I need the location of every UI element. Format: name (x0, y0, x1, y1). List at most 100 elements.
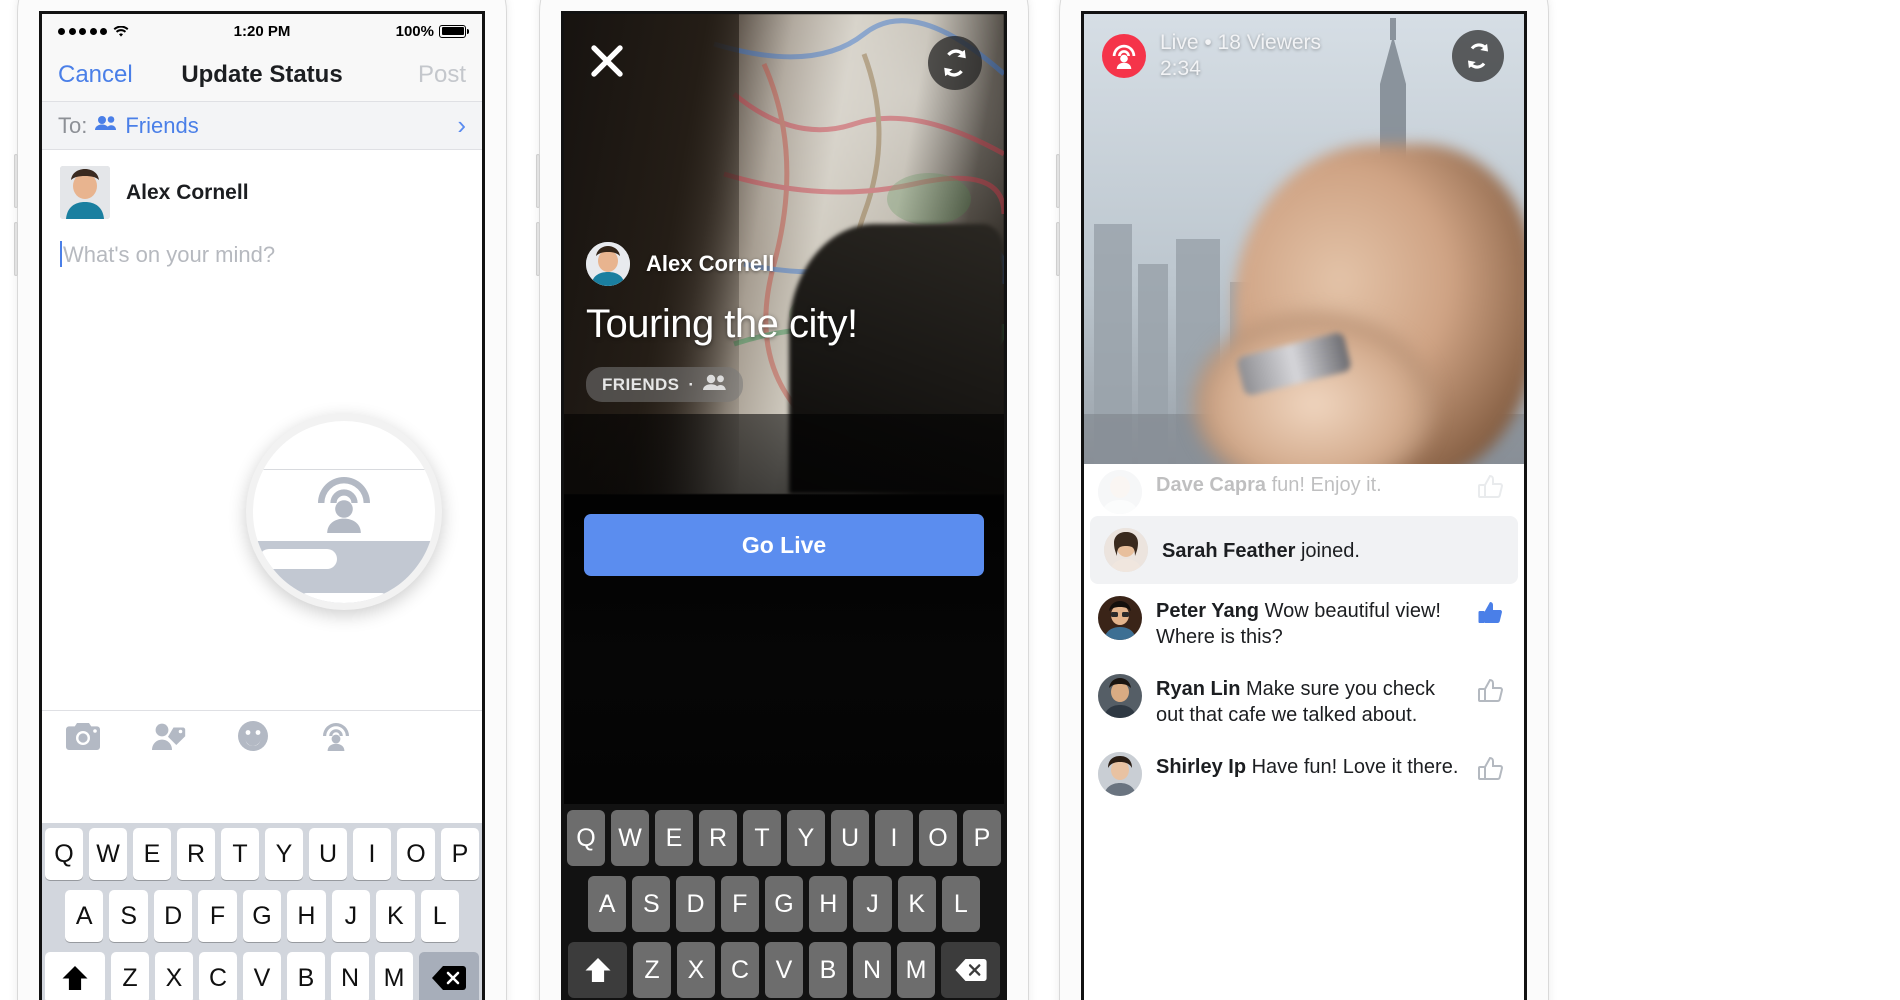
key-l[interactable]: L (941, 876, 980, 932)
thumbs-up-outline-icon[interactable] (1476, 674, 1510, 711)
tag-person-icon[interactable] (152, 723, 186, 755)
thumbs-up-outline-icon[interactable] (1476, 752, 1510, 789)
onscreen-keyboard[interactable]: Q W E R T Y U I O P A S D F G H J K L Z … (42, 823, 482, 1000)
comment-item: Shirley Ip Have fun! Love it there. (1084, 740, 1524, 808)
key-m[interactable]: M (897, 942, 935, 998)
key-m[interactable]: M (375, 952, 413, 1000)
thumbs-up-outline-icon[interactable] (1476, 470, 1510, 507)
onscreen-keyboard[interactable]: Q W E R T Y U I O P A S D F G H J K L Z … (564, 804, 1004, 1000)
post-button[interactable]: Post (418, 61, 466, 89)
volume-up-button[interactable] (14, 154, 18, 208)
key-v[interactable]: V (765, 942, 803, 998)
key-i[interactable]: I (875, 810, 913, 866)
key-o[interactable]: O (919, 810, 957, 866)
live-video-feed (1084, 14, 1524, 464)
key-w[interactable]: W (611, 810, 649, 866)
key-e[interactable]: E (133, 828, 171, 880)
key-k[interactable]: K (376, 890, 415, 942)
key-d[interactable]: D (676, 876, 715, 932)
volume-down-button[interactable] (1056, 222, 1060, 276)
screenshot-canvas: 1:20 PM 100% Cancel Update Status Post T… (0, 0, 1900, 1000)
key-c[interactable]: C (199, 952, 237, 1000)
key-p[interactable]: P (963, 810, 1001, 866)
key-y[interactable]: Y (265, 828, 303, 880)
go-live-button[interactable]: Go Live (584, 514, 984, 576)
key-x[interactable]: X (677, 942, 715, 998)
key-t[interactable]: T (221, 828, 259, 880)
keyboard-row-3: Z X C V B N M (568, 942, 1000, 998)
key-b[interactable]: B (809, 942, 847, 998)
smiley-icon[interactable] (238, 721, 268, 756)
key-b[interactable]: B (287, 952, 325, 1000)
key-x[interactable]: X (155, 952, 193, 1000)
volume-up-button[interactable] (536, 154, 540, 208)
key-r[interactable]: R (699, 810, 737, 866)
key-d[interactable]: D (153, 890, 193, 942)
chevron-right-icon[interactable]: › (457, 110, 466, 141)
key-a[interactable]: A (65, 890, 104, 942)
key-o[interactable]: O (397, 828, 435, 880)
comment-like-spacer (1470, 549, 1504, 551)
live-status-text: Live • 18 Viewers 2:34 (1160, 30, 1321, 81)
volume-down-button[interactable] (536, 222, 540, 276)
key-g[interactable]: G (764, 876, 804, 932)
key-w[interactable]: W (89, 828, 127, 880)
broadcast-title[interactable]: Touring the city! (586, 302, 982, 347)
key-t[interactable]: T (743, 810, 781, 866)
flip-camera-icon[interactable] (928, 36, 982, 90)
phone3-screen: Live • 18 Viewers 2:34 Dave Capra fun! E… (1084, 14, 1524, 1000)
key-f[interactable]: F (198, 890, 237, 942)
close-x-icon[interactable] (590, 44, 624, 78)
key-c[interactable]: C (721, 942, 759, 998)
key-s[interactable]: S (632, 876, 671, 932)
key-n[interactable]: N (331, 952, 369, 1000)
key-n[interactable]: N (853, 942, 891, 998)
key-e[interactable]: E (655, 810, 693, 866)
text-caret (60, 241, 62, 267)
key-i[interactable]: I (353, 828, 391, 880)
keyboard-row-3: Z X C V B N M (45, 952, 479, 1000)
key-f[interactable]: F (720, 876, 759, 932)
audience-value[interactable]: Friends (125, 113, 198, 139)
key-a[interactable]: A (588, 876, 627, 932)
thumbs-up-filled-icon[interactable] (1476, 596, 1510, 633)
key-g[interactable]: G (242, 890, 282, 942)
status-composer-input[interactable]: What's on your mind? (42, 219, 482, 268)
key-p[interactable]: P (441, 828, 479, 880)
camera-icon[interactable] (66, 722, 100, 755)
key-s[interactable]: S (109, 890, 148, 942)
audience-selector-row[interactable]: To: Friends › (42, 102, 482, 150)
backspace-icon[interactable] (419, 952, 479, 1000)
live-broadcast-icon[interactable] (320, 721, 352, 756)
comment-message: fun! Enjoy it. (1271, 474, 1382, 496)
keyboard-row-2: A S D F G H J K L (45, 890, 479, 942)
key-u[interactable]: U (309, 828, 347, 880)
volume-down-button[interactable] (14, 222, 18, 276)
key-y[interactable]: Y (787, 810, 825, 866)
key-z[interactable]: Z (633, 942, 671, 998)
key-q[interactable]: Q (567, 810, 605, 866)
to-label: To: (58, 112, 88, 138)
live-comments-list[interactable]: Dave Capra fun! Enjoy it. Sarah Feather … (1084, 464, 1524, 1000)
keyboard-row-2: A S D F G H J K L (568, 876, 1000, 932)
key-u[interactable]: U (831, 810, 869, 866)
key-k[interactable]: K (897, 876, 936, 932)
key-j[interactable]: J (853, 876, 892, 932)
key-h[interactable]: H (287, 890, 326, 942)
key-q[interactable]: Q (45, 828, 83, 880)
comment-message: joined. (1300, 540, 1360, 562)
key-l[interactable]: L (420, 890, 459, 942)
key-h[interactable]: H (809, 876, 848, 932)
avatar (586, 242, 630, 286)
backspace-icon[interactable] (941, 942, 1000, 998)
volume-up-button[interactable] (1056, 154, 1060, 208)
comment-item: Peter Yang Wow beautiful view! Where is … (1084, 584, 1524, 662)
shift-arrow-icon[interactable] (568, 942, 627, 998)
privacy-badge[interactable]: FRIENDS · (586, 367, 744, 402)
key-z[interactable]: Z (111, 952, 149, 1000)
flip-camera-icon[interactable] (1452, 30, 1504, 82)
key-v[interactable]: V (243, 952, 281, 1000)
key-j[interactable]: J (331, 890, 371, 942)
shift-arrow-icon[interactable] (45, 952, 105, 1000)
key-r[interactable]: R (177, 828, 215, 880)
